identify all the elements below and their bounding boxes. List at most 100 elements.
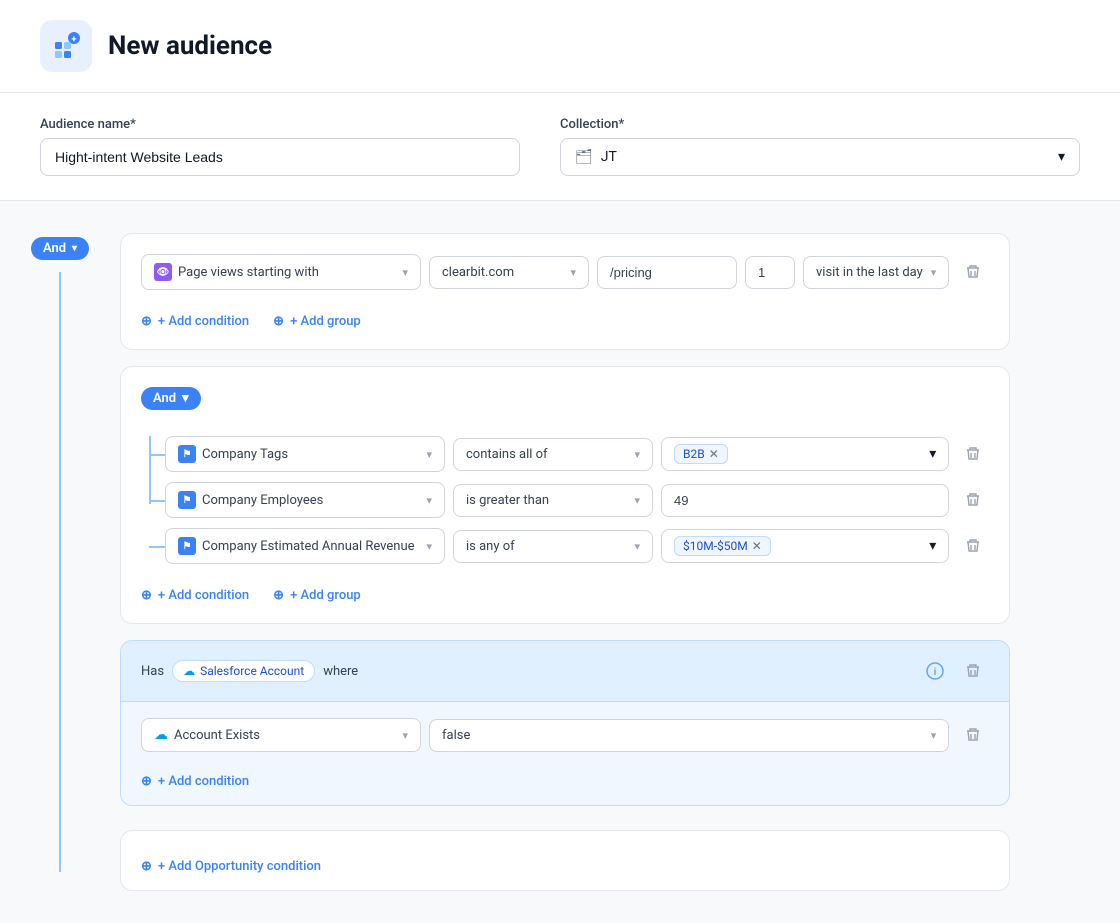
sf-cloud-icon: ☁ <box>183 664 195 678</box>
group1-add-group[interactable]: ⊕ + Add group <box>273 314 361 329</box>
company-revenue-label: Company Estimated Annual Revenue <box>202 539 415 554</box>
account-exists-row: ☁ Account Exists ▾ false ▾ <box>141 718 989 752</box>
group1-add-links: ⊕ + Add condition ⊕ + Add group <box>141 302 989 329</box>
salesforce-block: Has ☁ Salesforce Account where <box>120 640 1010 806</box>
account-exists-field[interactable]: ☁ Account Exists ▾ <box>141 718 421 752</box>
audience-name-group: Audience name* <box>40 117 520 176</box>
company-revenue-value[interactable]: $10M-$50M ✕ ▾ <box>661 529 949 563</box>
company-tags-label: Company Tags <box>202 447 288 462</box>
company-employees-chevron: ▾ <box>426 494 432 507</box>
salesforce-body: ☁ Account Exists ▾ false ▾ <box>121 702 1009 805</box>
svg-text:i: i <box>934 667 937 678</box>
collection-group: Collection* 🗂 JT ▾ <box>560 117 1080 176</box>
group-1: 👁 Page views starting with ▾ clearbit.co… <box>120 233 1010 350</box>
has-label: Has <box>141 664 164 679</box>
sf-account-label: Salesforce Account <box>200 664 304 678</box>
audience-name-label: Audience name* <box>40 117 520 132</box>
plus-icon-2: ⊕ <box>273 314 284 329</box>
collection-select[interactable]: 🗂 JT ▾ <box>560 138 1080 176</box>
sf-info-button[interactable]: i <box>921 657 949 685</box>
domain-select[interactable]: clearbit.com ▾ <box>429 256 589 289</box>
account-exists-value-label: false <box>442 728 470 743</box>
group1-add-condition[interactable]: ⊕ + Add condition <box>141 314 249 329</box>
company-revenue-op-label: is any of <box>466 539 515 554</box>
account-exists-value[interactable]: false ▾ <box>429 719 949 752</box>
delete-company-revenue[interactable] <box>957 530 989 562</box>
plus-icon-5: ⊕ <box>141 774 152 789</box>
flag-icon-3: ⚑ <box>178 537 196 555</box>
company-revenue-row: ⚑ Company Estimated Annual Revenue ▾ is … <box>165 528 989 564</box>
collection-label: Collection* <box>560 117 1080 132</box>
collection-value: JT <box>601 149 617 165</box>
time-chevron: ▾ <box>931 266 937 279</box>
account-exists-val-chevron: ▾ <box>931 729 937 742</box>
company-revenue-field[interactable]: ⚑ Company Estimated Annual Revenue ▾ <box>165 528 445 564</box>
folder-icon: 🗂 <box>575 149 593 165</box>
company-revenue-val-chevron: ▾ <box>929 538 936 554</box>
group2-add-links: ⊕ + Add condition ⊕ + Add group <box>141 576 989 603</box>
delete-company-employees[interactable] <box>957 484 989 516</box>
pageview-field-select[interactable]: 👁 Page views starting with ▾ <box>141 254 421 290</box>
domain-value: clearbit.com <box>442 265 514 280</box>
page-title: New audience <box>108 31 272 61</box>
group2-add-group[interactable]: ⊕ + Add group <box>273 588 361 603</box>
salesforce-account-badge[interactable]: ☁ Salesforce Account <box>172 660 315 682</box>
delete-pageview-button[interactable] <box>957 256 989 288</box>
plus-icon-1: ⊕ <box>141 314 152 329</box>
company-tags-chevron: ▾ <box>426 448 432 461</box>
flag-icon-1: ⚑ <box>178 445 196 463</box>
where-label: where <box>323 664 358 679</box>
account-exists-chevron: ▾ <box>402 729 408 742</box>
flag-icon-2: ⚑ <box>178 491 196 509</box>
pageview-condition-row: 👁 Page views starting with ▾ clearbit.co… <box>141 254 989 290</box>
domain-chevron: ▾ <box>570 266 576 279</box>
company-tags-value[interactable]: B2B ✕ ▾ <box>661 437 949 471</box>
account-exists-label: Account Exists <box>174 728 260 743</box>
audience-name-input[interactable] <box>40 138 520 176</box>
main-content: And ▾ 👁 Page views starting with <box>0 201 1120 923</box>
time-label: visit in the last day <box>816 265 923 280</box>
add-opportunity-block: ⊕ + Add Opportunity condition <box>120 830 1010 891</box>
sf-add-condition[interactable]: ⊕ + Add condition <box>141 774 249 789</box>
company-revenue-operator[interactable]: is any of ▾ <box>453 530 653 563</box>
company-tags-field[interactable]: ⚑ Company Tags ▾ <box>165 436 445 472</box>
count-input[interactable] <box>745 256 795 289</box>
delete-sf-block[interactable] <box>957 655 989 687</box>
group2-and-label: And <box>153 391 176 406</box>
company-revenue-op-chevron: ▾ <box>634 540 640 553</box>
collection-chevron-icon: ▾ <box>1058 149 1065 165</box>
company-tags-op-label: contains all of <box>466 447 548 462</box>
company-employees-row: ⚑ Company Employees ▾ is greater than ▾ <box>165 482 989 518</box>
path-input[interactable] <box>597 256 737 289</box>
delete-company-tags[interactable] <box>957 438 989 470</box>
company-tags-operator[interactable]: contains all of ▾ <box>453 438 653 471</box>
company-employees-operator[interactable]: is greater than ▾ <box>453 484 653 517</box>
pageview-field-chevron: ▾ <box>402 266 408 279</box>
app-icon: + <box>40 20 92 72</box>
group2-add-condition[interactable]: ⊕ + Add condition <box>141 588 249 603</box>
b2b-tag: B2B ✕ <box>674 444 728 464</box>
company-employees-op-chevron: ▾ <box>634 494 640 507</box>
company-tags-op-chevron: ▾ <box>634 448 640 461</box>
salesforce-header: Has ☁ Salesforce Account where <box>121 641 1009 702</box>
add-opportunity-link[interactable]: ⊕ + Add Opportunity condition <box>141 859 321 874</box>
eye-icon: 👁 <box>154 263 172 281</box>
company-employees-op-label: is greater than <box>466 493 549 508</box>
root-and-chevron: ▾ <box>72 243 77 254</box>
company-employees-field[interactable]: ⚑ Company Employees ▾ <box>165 482 445 518</box>
company-employees-value[interactable] <box>661 484 949 517</box>
group2-and-badge[interactable]: And ▾ <box>141 387 201 410</box>
revenue-tag: $10M-$50M ✕ <box>674 536 771 556</box>
page-header: + New audience <box>0 0 1120 93</box>
plus-icon-6: ⊕ <box>141 859 152 874</box>
company-tags-val-chevron: ▾ <box>929 446 936 462</box>
group-2: And ▾ ⚑ <box>120 366 1010 624</box>
svg-text:+: + <box>72 35 77 45</box>
tag-close[interactable]: ✕ <box>709 447 719 461</box>
plus-icon-4: ⊕ <box>273 588 284 603</box>
revenue-tag-close[interactable]: ✕ <box>752 539 762 553</box>
form-section: Audience name* Collection* 🗂 JT ▾ <box>0 93 1120 201</box>
plus-icon-3: ⊕ <box>141 588 152 603</box>
time-select[interactable]: visit in the last day ▾ <box>803 256 949 289</box>
delete-account-exists[interactable] <box>957 719 989 751</box>
